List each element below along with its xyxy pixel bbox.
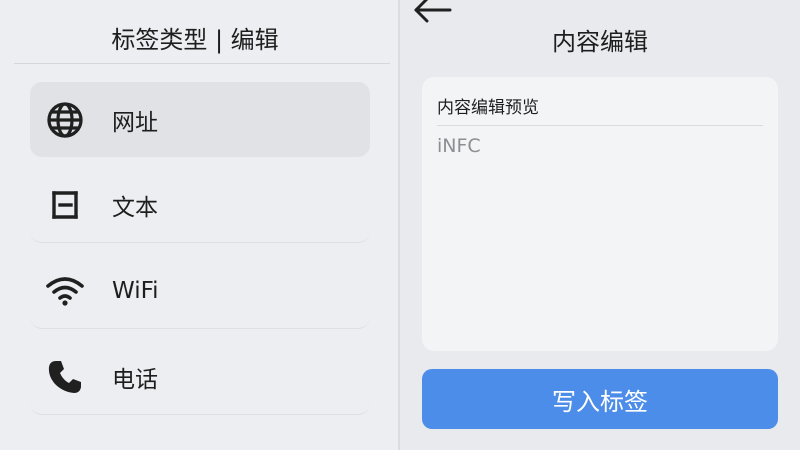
editor-divider bbox=[437, 125, 763, 126]
tag-type-item-wifi[interactable]: WiFi bbox=[30, 254, 370, 329]
tag-type-panel-title: 标签类型 | 编辑 bbox=[111, 26, 279, 54]
tag-type-label: 电话 bbox=[112, 367, 158, 393]
globe-icon bbox=[47, 101, 83, 138]
editor-label: 内容编辑预览 bbox=[437, 98, 539, 118]
content-editor-title: 内容编辑 bbox=[552, 28, 648, 56]
write-tag-button[interactable]: 写入标签 bbox=[422, 369, 778, 429]
tag-type-label: 网址 bbox=[112, 109, 158, 136]
nfc-tag-editor-screen: 标签类型 | 编辑 网址 文本 WiFi 电话 内容编辑 内容编辑预览 iNFC… bbox=[0, 0, 800, 450]
tag-type-item-text[interactable]: 文本 bbox=[30, 168, 370, 243]
content-editor-panel: 内容编辑 内容编辑预览 写入标签 bbox=[400, 0, 800, 450]
editor-card: 内容编辑预览 bbox=[422, 77, 778, 351]
phone-icon bbox=[48, 361, 81, 393]
content-input[interactable] bbox=[437, 135, 763, 335]
tag-type-label: WiFi bbox=[112, 278, 159, 304]
tag-type-item-phone[interactable]: 电话 bbox=[30, 340, 370, 415]
tag-type-label: 文本 bbox=[112, 195, 158, 221]
text-document-icon bbox=[52, 191, 78, 219]
wifi-icon bbox=[46, 277, 84, 306]
tag-type-panel: 标签类型 | 编辑 网址 文本 WiFi 电话 bbox=[0, 0, 398, 450]
tag-type-item-url[interactable]: 网址 bbox=[30, 82, 370, 157]
title-divider bbox=[14, 63, 390, 64]
